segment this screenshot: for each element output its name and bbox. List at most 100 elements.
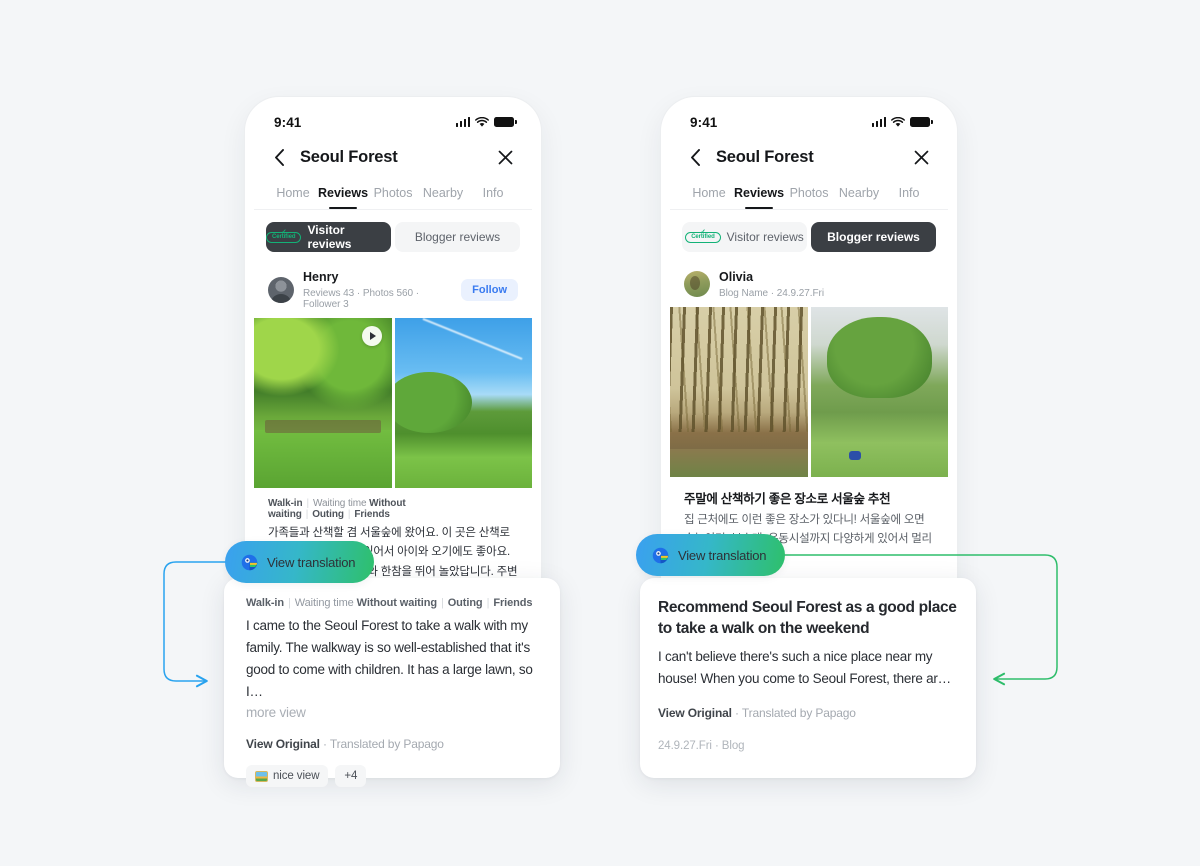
papago-parrot-icon (241, 554, 258, 570)
segment-visitor-label: Visitor reviews (307, 223, 352, 251)
blog-author-row: Olivia Blog Name · 24.9.27.Fri (670, 260, 948, 307)
view-translation-label: View translation (678, 547, 767, 563)
avatar (684, 271, 710, 298)
translated-review-card: Walk-in | Waiting time Without waiting | Out… (224, 578, 560, 788)
segment-blogger-reviews[interactable]: Blogger reviews (395, 222, 520, 252)
review-tags: Walk-in | Waiting time Without waiting | Out… (268, 497, 406, 520)
signal-icon (871, 117, 886, 127)
blog-title-korean: 주말에 산책하기 좋은 장소로 서울숲 추천 (684, 491, 891, 506)
keyword-chip-label: nice view (273, 770, 320, 783)
tab-home[interactable]: Home (268, 176, 318, 209)
page-title: Seoul Forest (716, 147, 814, 166)
follow-button[interactable]: Follow (461, 278, 518, 301)
nav-bar: Seoul Forest (254, 138, 532, 176)
keyword-chip[interactable]: nice view (246, 765, 329, 788)
segmented-control: Certified Visitor reviews Blogger review… (254, 210, 532, 260)
certified-badge: Certified (266, 231, 302, 243)
translated-review-tags: Walk-in | Waiting time Without waiting | Out… (246, 597, 533, 609)
tag-walk-in: Walk-in (246, 597, 285, 609)
page-root: 9:41 Seoul Forest Home Reviews Photos Ne… (0, 0, 1200, 866)
close-icon[interactable] (910, 146, 932, 168)
author-stats: Blog Name · 24.9.27.Fri (719, 287, 825, 299)
segmented-control: Certified Visitor reviews Blogger review… (670, 210, 948, 260)
connector-arrows (163, 554, 1058, 688)
tab-info[interactable]: Info (468, 176, 518, 209)
tab-photos[interactable]: Photos (784, 176, 834, 209)
review-photo-1[interactable] (254, 317, 392, 488)
wifi-icon (475, 116, 489, 127)
battery-icon (494, 117, 517, 127)
close-icon[interactable] (494, 146, 516, 168)
status-icons (871, 116, 933, 128)
wifi-icon (891, 116, 905, 127)
author-meta: Olivia Blog Name · 24.9.27.Fri (719, 270, 934, 299)
author-name: Henry (303, 270, 339, 284)
segment-visitor-reviews[interactable]: Certified Visitor reviews (266, 222, 391, 252)
tab-bar: Home Reviews Photos Nearby Info (670, 176, 948, 210)
battery-icon (910, 117, 933, 127)
translated-by-label: · Translated by Papago (735, 705, 856, 720)
tab-info[interactable]: Info (884, 176, 934, 209)
avatar (268, 276, 294, 303)
tab-nearby[interactable]: Nearby (418, 176, 468, 209)
tag-friends: Friends (493, 597, 533, 609)
blog-photo-1[interactable] (670, 306, 808, 477)
tag-walk-in: Walk-in (268, 497, 303, 509)
segment-blogger-label: Blogger reviews (827, 230, 920, 244)
tag-outing: Outing (447, 597, 483, 609)
nav-bar: Seoul Forest (670, 138, 948, 176)
translation-credit: View Original · Translated by Papago (658, 706, 958, 720)
tag-friends: Friends (354, 508, 390, 520)
status-bar: 9:41 (670, 106, 948, 138)
translated-blog-title: Recommend Seoul Forest as a good place t… (658, 599, 957, 638)
review-photo-2[interactable] (394, 317, 532, 488)
status-time: 9:41 (690, 114, 718, 130)
tab-bar: Home Reviews Photos Nearby Info (254, 176, 532, 210)
translated-review-body: I came to the Seoul Forest to take a wal… (246, 618, 533, 699)
play-icon[interactable] (361, 325, 382, 346)
status-icons (455, 116, 517, 128)
tab-nearby[interactable]: Nearby (834, 176, 884, 209)
chevron-left-icon[interactable] (684, 146, 706, 168)
status-time: 9:41 (274, 114, 302, 130)
segment-blogger-reviews[interactable]: Blogger reviews (811, 222, 936, 252)
segment-visitor-reviews[interactable]: Certified Visitor reviews (682, 222, 807, 252)
blog-photo-gallery (670, 306, 948, 477)
review-author-row: Henry Reviews 43 · Photos 560 · Follower… (254, 260, 532, 318)
blog-date-label: 24.9.27.Fri · Blog (658, 739, 745, 752)
keyword-chip-more[interactable]: +4 (335, 765, 367, 788)
blog-photo-2[interactable] (810, 306, 948, 477)
more-view-link[interactable]: more view (246, 703, 538, 723)
papago-parrot-icon (652, 547, 669, 563)
chevron-left-icon[interactable] (268, 146, 290, 168)
view-translation-button-left[interactable]: View translation (225, 541, 375, 583)
segment-visitor-label: Visitor reviews (726, 230, 804, 244)
tag-waiting-label: Waiting time (294, 597, 354, 609)
tab-reviews[interactable]: Reviews (318, 176, 368, 209)
tag-waiting-value: Without waiting (356, 597, 437, 609)
translation-credit: View Original · Translated by Papago (246, 737, 538, 751)
author-meta: Henry Reviews 43 · Photos 560 · Follower… (303, 270, 452, 310)
segment-blogger-label: Blogger reviews (414, 230, 501, 244)
view-translation-label: View translation (267, 554, 356, 570)
landscape-image-icon (255, 770, 268, 782)
author-stats: Reviews 43 · Photos 560 · Follower 3 (303, 287, 420, 310)
tag-waiting-label: Waiting time (313, 497, 367, 509)
connector-left (163, 561, 227, 688)
tag-outing: Outing (312, 508, 344, 520)
view-original-link[interactable]: View Original (246, 737, 320, 751)
certified-badge: Certified (685, 231, 721, 243)
tab-reviews[interactable]: Reviews (734, 176, 784, 209)
translated-blog-body: I can't believe there's such a nice plac… (658, 648, 951, 686)
status-bar: 9:41 (254, 106, 532, 138)
review-photo-gallery (254, 317, 532, 488)
translated-blog-card: Recommend Seoul Forest as a good place t… (640, 578, 976, 778)
page-title: Seoul Forest (300, 147, 398, 166)
view-original-link[interactable]: View Original (658, 706, 732, 720)
tab-home[interactable]: Home (684, 176, 734, 209)
translated-by-label: · Translated by Papago (323, 737, 444, 752)
tab-photos[interactable]: Photos (368, 176, 418, 209)
author-name: Olivia (719, 270, 754, 284)
keyword-chip-row: nice view +4 (246, 765, 538, 788)
view-translation-button-right[interactable]: View translation (636, 534, 786, 576)
